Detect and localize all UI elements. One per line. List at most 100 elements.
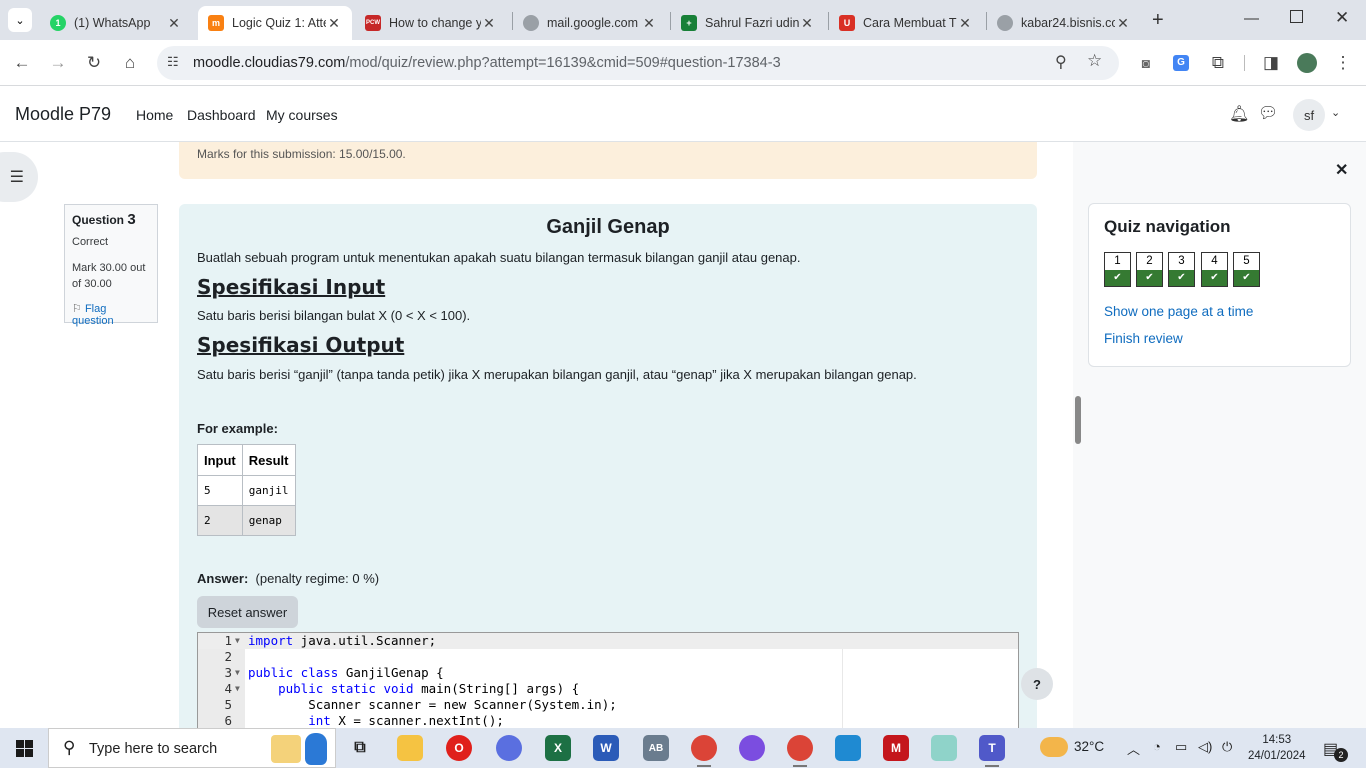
help-button[interactable]: ? <box>1021 668 1053 700</box>
code-line[interactable]: 2 <box>198 649 1018 665</box>
network-icon[interactable]: ◔ <box>1153 739 1161 754</box>
address-bar[interactable]: ☷ moodle.cloudias79.com/mod/quiz/review.… <box>157 46 1119 80</box>
flag-question-link[interactable]: ⚐ Flag question <box>72 302 150 327</box>
forward-icon[interactable]: → <box>46 51 70 75</box>
page-scrollbar[interactable] <box>1075 396 1081 444</box>
tab-sahrul-fazri[interactable]: + Sahrul Fazri udin ✕ <box>671 6 825 40</box>
table-row: 5 ganjil <box>197 475 296 506</box>
word-icon[interactable]: W <box>593 735 619 761</box>
task-view-icon[interactable]: ⧉ <box>347 735 373 761</box>
camera-icon[interactable]: ◙ <box>1134 51 1158 75</box>
tab-close-icon[interactable]: ✕ <box>641 15 657 32</box>
mcafee-icon[interactable]: M <box>883 735 909 761</box>
tab-close-icon[interactable]: ✕ <box>481 15 497 32</box>
browser-menu-icon[interactable]: ⋮ <box>1331 51 1355 75</box>
tab-title: Logic Quiz 1: Atte <box>232 16 326 30</box>
table-cell: 5 <box>197 475 243 506</box>
tab-title: kabar24.bisnis.co <box>1021 16 1115 30</box>
tab-close-icon[interactable]: ✕ <box>166 15 182 32</box>
notifications-bell-icon[interactable]: 🔔︎ <box>1229 104 1249 124</box>
system-clock[interactable]: 14:53 24/01/2024 <box>1248 732 1306 764</box>
quiz-nav-button-4[interactable]: 4 ✔ <box>1201 252 1228 287</box>
chrome-profile-icon[interactable] <box>787 735 813 761</box>
show-one-page-link[interactable]: Show one page at a time <box>1104 304 1253 319</box>
quiz-nav-button-2[interactable]: 2 ✔ <box>1136 252 1163 287</box>
show-hidden-icons-icon[interactable]: ︿ <box>1127 739 1140 758</box>
home-icon[interactable]: ⌂ <box>118 51 142 75</box>
vscode-icon[interactable] <box>835 735 861 761</box>
battery-icon[interactable]: ▭ <box>1175 739 1187 755</box>
code-line[interactable]: 5 Scanner scanner = new Scanner(System.i… <box>198 697 1018 713</box>
tab-close-icon[interactable]: ✕ <box>1115 15 1131 32</box>
tab-gmail[interactable]: mail.google.com ✕ <box>513 6 667 40</box>
google-translate-icon[interactable]: G <box>1169 51 1193 75</box>
tab-close-icon[interactable]: ✕ <box>957 15 973 32</box>
input-spec-heading: Spesifikasi Input <box>197 275 386 299</box>
tab-search-chevron-icon[interactable]: ⌄ <box>8 8 32 32</box>
check-icon: ✔ <box>1234 270 1259 286</box>
check-icon: ✔ <box>1202 270 1227 286</box>
zoom-icon[interactable]: ⚲ <box>1055 52 1067 72</box>
check-icon: ✔ <box>1169 270 1194 286</box>
teams-icon[interactable]: T <box>979 735 1005 761</box>
quiz-nav-button-1[interactable]: 1 ✔ <box>1104 252 1131 287</box>
messenger-icon[interactable] <box>739 735 765 761</box>
nav-dashboard[interactable]: Dashboard <box>187 107 256 123</box>
messages-chat-icon[interactable]: 💬︎ <box>1258 103 1278 123</box>
copilot-icon[interactable] <box>496 735 522 761</box>
code-line[interactable]: 1 ▼ import java.util.Scanner; <box>198 633 1018 649</box>
tab-cara-membuat[interactable]: U Cara Membuat T ✕ <box>829 6 983 40</box>
table-cell: 2 <box>197 505 243 536</box>
quiz-nav-button-3[interactable]: 3 ✔ <box>1168 252 1195 287</box>
tab-close-icon[interactable]: ✕ <box>326 15 342 32</box>
file-explorer-icon[interactable] <box>397 735 423 761</box>
taskbar-search-box[interactable]: ⚲ Type here to search <box>48 728 336 768</box>
tab-how-to-change[interactable]: PCW How to change y ✕ <box>355 6 507 40</box>
magnet-icon: U <box>839 15 855 31</box>
restore-icon[interactable] <box>1290 10 1303 23</box>
power-plug-icon[interactable]: ⏻ <box>1222 739 1232 755</box>
extensions-icon[interactable]: ⧉ <box>1206 51 1230 75</box>
reload-icon[interactable]: ↻ <box>82 51 106 75</box>
side-panel-icon[interactable]: ◨ <box>1259 51 1283 75</box>
weather-temperature[interactable]: 32°C <box>1074 739 1104 754</box>
volume-icon[interactable]: ◁) <box>1198 739 1212 755</box>
profile-avatar-icon[interactable] <box>1295 51 1319 75</box>
nav-home[interactable]: Home <box>136 107 173 123</box>
code-line[interactable]: 6 int X = scanner.nextInt(); <box>198 713 1018 728</box>
bookmark-star-icon[interactable]: ☆ <box>1087 51 1102 71</box>
reset-answer-button[interactable]: Reset answer <box>197 596 298 628</box>
code-line[interactable]: 4 ▼ public static void main(String[] args… <box>198 681 1018 697</box>
finish-review-link[interactable]: Finish review <box>1104 331 1183 346</box>
chrome-icon[interactable] <box>691 735 717 761</box>
windows-taskbar: ⚲ Type here to search ⧉ O X W AB M T 32°… <box>0 728 1366 768</box>
user-menu-chevron-icon[interactable]: ⌄ <box>1331 106 1340 119</box>
page-content: ☰ Marks for this submission: 15.00/15.00… <box>0 142 1366 728</box>
tab-kabar24[interactable]: kabar24.bisnis.co ✕ <box>987 6 1141 40</box>
code-editor[interactable]: 1 ▼ import java.util.Scanner; 2 3 ▼ public… <box>197 632 1019 728</box>
close-drawer-icon[interactable]: ✕ <box>1335 160 1348 180</box>
tab-logic-quiz[interactable]: m Logic Quiz 1: Atte ✕ <box>198 6 352 40</box>
minimize-icon[interactable]: — <box>1244 10 1259 27</box>
dictionary-icon[interactable]: AB <box>643 735 669 761</box>
window-close-icon[interactable]: ✕ <box>1335 8 1349 28</box>
quiz-nav-button-5[interactable]: 5 ✔ <box>1233 252 1260 287</box>
code-line[interactable]: 3 ▼ public class GanjilGenap { <box>198 665 1018 681</box>
windows-start-icon[interactable] <box>16 740 33 757</box>
back-icon[interactable]: ← <box>10 51 34 75</box>
notes-icon[interactable] <box>931 735 957 761</box>
site-brand[interactable]: Moodle P79 <box>15 104 111 125</box>
tab-close-icon[interactable]: ✕ <box>799 15 815 32</box>
tab-whatsapp[interactable]: 1 (1) WhatsApp ✕ <box>40 6 192 40</box>
excel-icon[interactable]: X <box>545 735 571 761</box>
opera-icon[interactable]: O <box>446 735 472 761</box>
previous-question-feedback: Marks for this submission: 15.00/15.00. <box>179 142 1037 179</box>
course-index-toggle[interactable]: ☰ <box>0 152 38 202</box>
nav-my-courses[interactable]: My courses <box>266 107 338 123</box>
new-tab-icon[interactable]: + <box>1152 9 1164 32</box>
user-avatar[interactable]: sf <box>1293 99 1325 131</box>
table-row: 2 genap <box>197 505 296 536</box>
url-text[interactable]: moodle.cloudias79.com/mod/quiz/review.ph… <box>193 55 781 71</box>
tab-title: Cara Membuat T <box>863 16 957 30</box>
site-info-icon[interactable]: ☷ <box>167 54 179 70</box>
